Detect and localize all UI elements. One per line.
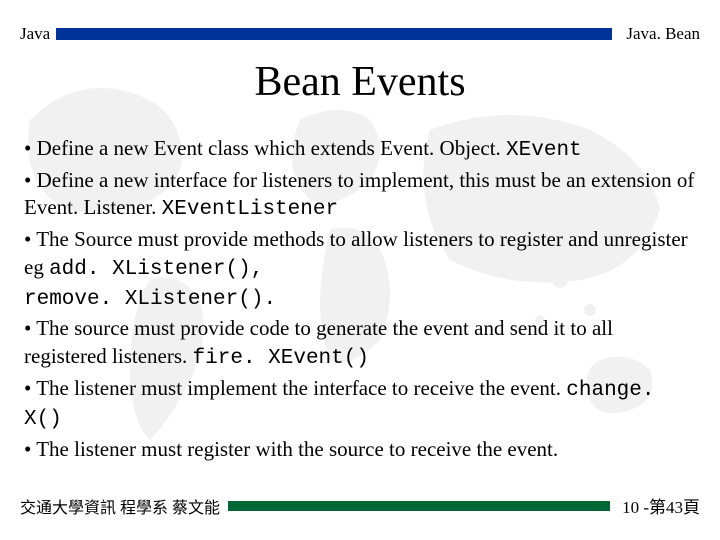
header-bar-row: Java Java. Bean	[20, 24, 700, 44]
bullet-3-code1: add. XListener(),	[49, 258, 263, 281]
bullet-3: • The Source must provide methods to all…	[24, 226, 696, 313]
bullet-1-text: • Define a new Event class which extends…	[24, 136, 506, 160]
footer-left-text: 交通大學資訊 程學系 蔡文能	[20, 494, 220, 518]
bullet-6: • The listener must register with the so…	[24, 436, 696, 464]
bullet-1: • Define a new Event class which extends…	[24, 135, 696, 165]
footer-bar-row: 交通大學資訊 程學系 蔡文能 10 -第43頁	[20, 493, 700, 518]
body-text: • Define a new Event class which extends…	[24, 135, 696, 466]
bullet-5-text: • The listener must implement the interf…	[24, 376, 566, 400]
bullet-3-code2: remove. XListener().	[24, 288, 276, 311]
page-title: Bean Events	[0, 58, 720, 106]
bullet-4-code: fire. XEvent()	[193, 347, 369, 370]
header-right-text: Java. Bean	[626, 24, 700, 44]
bullet-2-code: XEventListener	[162, 198, 338, 221]
footer-page-number: 10 -第43頁	[622, 493, 700, 518]
bullet-2: • Define a new interface for listeners t…	[24, 167, 696, 224]
header-color-bar	[56, 28, 612, 40]
bullet-2-text: • Define a new interface for listeners t…	[24, 168, 694, 220]
bullet-1-code: XEvent	[506, 139, 582, 162]
header-left-text: Java	[20, 24, 50, 44]
bullet-5: • The listener must implement the interf…	[24, 375, 696, 434]
bullet-4: • The source must provide code to genera…	[24, 315, 696, 372]
footer-color-bar	[228, 501, 610, 511]
